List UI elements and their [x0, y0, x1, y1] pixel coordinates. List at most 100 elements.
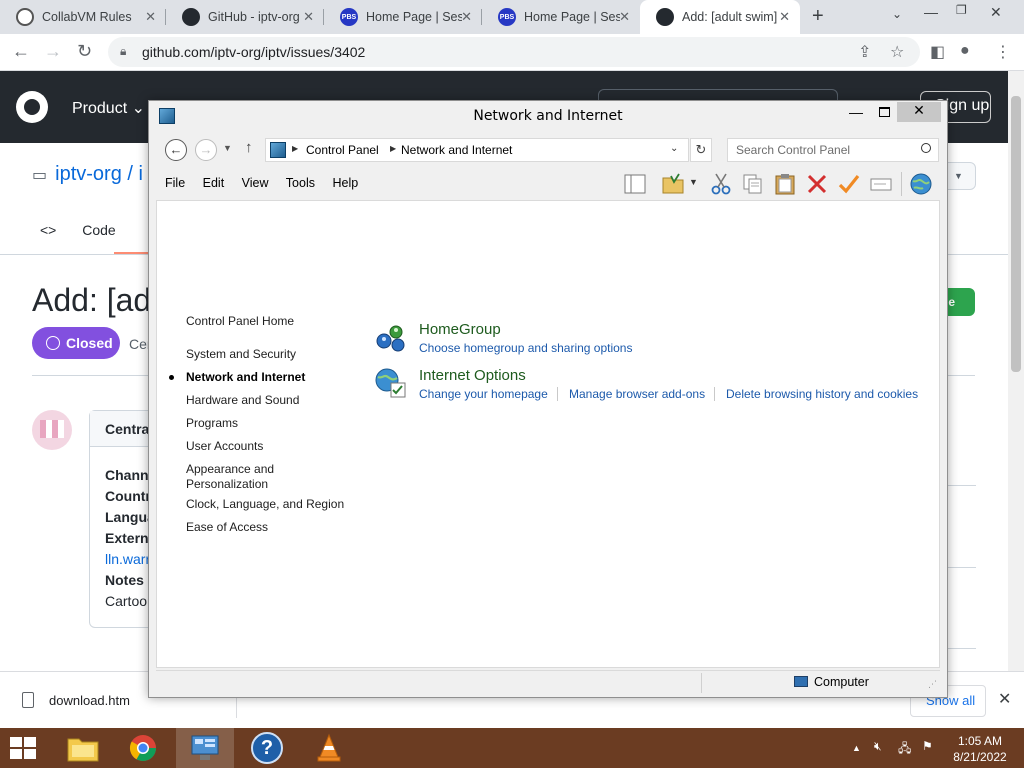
minimize-icon[interactable]: — — [849, 104, 863, 120]
breadcrumb-chevron-icon[interactable]: ▶ — [292, 144, 298, 153]
taskbar-chrome[interactable] — [114, 728, 172, 768]
internet-globe-icon[interactable] — [909, 172, 933, 196]
start-button[interactable] — [10, 737, 38, 761]
control-panel-app-icon[interactable] — [159, 108, 175, 124]
search-input[interactable]: Search Control Panel — [727, 138, 939, 162]
tab-github-iptv[interactable]: GitHub - iptv-org ✕ — [166, 0, 324, 34]
back-arrow-icon[interactable]: ← — [165, 139, 187, 161]
link-change-homepage[interactable]: Change your homepage — [419, 387, 548, 401]
sidebar-item-system-security[interactable]: System and Security — [186, 347, 296, 362]
category-title-internet-options[interactable]: Internet Options — [419, 367, 526, 384]
profile-avatar-icon[interactable]: ● — [960, 42, 970, 60]
chevron-down-icon[interactable]: ⌄ — [670, 143, 678, 154]
menu-help[interactable]: Help — [332, 176, 358, 190]
tab-search-chevron-icon[interactable]: ⌄ — [892, 7, 902, 21]
kebab-menu-icon[interactable]: ⋮ — [995, 42, 1011, 62]
avatar[interactable] — [32, 410, 72, 450]
download-filename[interactable]: download.htm — [49, 693, 130, 708]
breadcrumb[interactable]: ▶ Control Panel ▶ Network and Internet ⌄ — [265, 138, 689, 162]
link-choose-homegroup[interactable]: Choose homegroup and sharing options — [419, 341, 632, 355]
product-menu[interactable]: Product ⌄ — [72, 98, 145, 118]
close-tab-icon[interactable]: ✕ — [145, 9, 156, 25]
breadcrumb-chevron-icon[interactable]: ▶ — [390, 144, 396, 153]
comment-author[interactable]: Centra — [105, 421, 149, 437]
views-dropdown-icon[interactable]: ▼ — [689, 177, 698, 187]
scrollbar-thumb[interactable] — [1011, 96, 1021, 372]
taskbar-file-explorer[interactable] — [54, 728, 112, 768]
network-icon[interactable]: 🖧 — [898, 739, 911, 760]
close-download-bar-icon[interactable]: ✕ — [998, 689, 1011, 709]
sidebar-item-control-panel-home[interactable]: Control Panel Home — [186, 314, 294, 329]
taskbar-control-panel[interactable] — [176, 728, 234, 768]
back-arrow-icon[interactable]: ← — [12, 41, 30, 62]
action-center-flag-icon[interactable]: ⚑ — [922, 739, 933, 753]
tab-pbs-home-1[interactable]: PBS Home Page | Sesa ✕ — [324, 0, 482, 34]
sidebar-item-ease-of-access[interactable]: Ease of Access — [186, 520, 268, 535]
delete-icon[interactable] — [805, 172, 829, 196]
restore-icon[interactable]: ❐ — [956, 3, 967, 17]
layout-pane-icon[interactable] — [623, 172, 647, 196]
internet-options-icon[interactable] — [374, 366, 408, 400]
comment-link[interactable]: lln.warr — [105, 551, 150, 567]
link-delete-history[interactable]: Delete browsing history and cookies — [726, 387, 918, 401]
menu-view[interactable]: View — [242, 176, 269, 190]
category-title-homegroup[interactable]: HomeGroup — [419, 321, 501, 338]
paste-icon[interactable] — [773, 172, 797, 196]
copy-icon[interactable] — [741, 172, 765, 196]
properties-check-icon[interactable] — [837, 172, 861, 196]
new-tab-icon[interactable]: + — [812, 5, 824, 28]
sidebar-item-clock-language-region[interactable]: Clock, Language, and Region — [186, 497, 344, 512]
tab-collabvm-rules[interactable]: CollabVM Rules ✕ — [0, 0, 166, 34]
folder-options-icon[interactable] — [661, 172, 685, 196]
share-icon[interactable]: ⇪ — [858, 42, 871, 62]
sidebar-item-network-internet[interactable]: Network and Internet — [186, 370, 305, 385]
tab-pbs-home-2[interactable]: PBS Home Page | Sesa ✕ — [482, 0, 640, 34]
sidebar-item-appearance[interactable]: Appearance and Personalization — [186, 462, 274, 492]
close-tab-icon[interactable]: ✕ — [461, 9, 472, 25]
breadcrumb-network-internet[interactable]: Network and Internet — [401, 143, 512, 157]
sidebar-item-hardware-sound[interactable]: Hardware and Sound — [186, 393, 299, 408]
forward-arrow-icon[interactable]: → — [44, 41, 62, 62]
up-arrow-icon[interactable]: ↑ — [245, 139, 253, 156]
search-icon[interactable] — [921, 143, 931, 153]
github-logo-icon[interactable] — [16, 91, 48, 123]
close-tab-icon[interactable]: ✕ — [619, 9, 630, 25]
recent-locations-dropdown-icon[interactable]: ▼ — [223, 143, 232, 153]
close-window-icon[interactable]: ✕ — [990, 4, 1002, 21]
tab-code[interactable]: <> Code — [40, 222, 138, 238]
comment-line: Cartoo — [105, 593, 148, 609]
link-manage-addons[interactable]: Manage browser add-ons — [569, 387, 705, 401]
taskbar-vlc[interactable] — [300, 728, 358, 768]
close-tab-icon[interactable]: ✕ — [303, 9, 314, 25]
maximize-icon[interactable] — [879, 107, 890, 117]
tray-expand-icon[interactable]: ▲ — [852, 743, 861, 753]
close-window-button[interactable]: ✕ — [897, 102, 941, 122]
breadcrumb-control-panel[interactable]: Control Panel — [306, 143, 379, 157]
menu-edit[interactable]: Edit — [203, 176, 225, 190]
repo-name-link[interactable]: i — [139, 163, 143, 185]
cut-icon[interactable] — [709, 172, 733, 196]
forward-arrow-icon[interactable]: → — [195, 139, 217, 161]
repo-owner-link[interactable]: iptv-org — [55, 163, 122, 185]
taskbar-help[interactable]: ? — [238, 728, 296, 768]
minimize-icon[interactable]: — — [924, 4, 938, 20]
refresh-icon[interactable]: ↻ — [690, 138, 712, 162]
system-clock[interactable]: 1:05 AM 8/21/2022 — [950, 733, 1010, 765]
reload-icon[interactable]: ↻ — [77, 41, 92, 62]
sidebar-item-user-accounts[interactable]: User Accounts — [186, 439, 263, 454]
volume-muted-icon[interactable]: 🔇︎ — [874, 739, 882, 754]
control-panel-window: Network and Internet — ✕ ← → ▼ ↑ ▶ Contr… — [148, 100, 948, 698]
menu-tools[interactable]: Tools — [286, 176, 315, 190]
bookmark-star-icon[interactable]: ☆ — [890, 42, 904, 62]
address-bar[interactable]: 🔒︎ github.com/iptv-org/iptv/issues/3402 … — [108, 37, 920, 67]
code-icon: <> — [40, 222, 57, 238]
resize-grip-icon[interactable]: ⋰ — [928, 679, 937, 690]
menu-file[interactable]: File — [165, 176, 185, 190]
tab-add-adult-swim[interactable]: Add: [adult swim] ✕ — [640, 0, 800, 34]
window-titlebar[interactable]: Network and Internet — [149, 101, 947, 131]
sidebar-item-programs[interactable]: Programs — [186, 416, 238, 431]
homegroup-icon[interactable] — [374, 321, 408, 355]
side-panel-icon[interactable]: ◧ — [930, 42, 945, 62]
rename-icon[interactable] — [869, 172, 893, 196]
close-tab-icon[interactable]: ✕ — [779, 9, 790, 25]
